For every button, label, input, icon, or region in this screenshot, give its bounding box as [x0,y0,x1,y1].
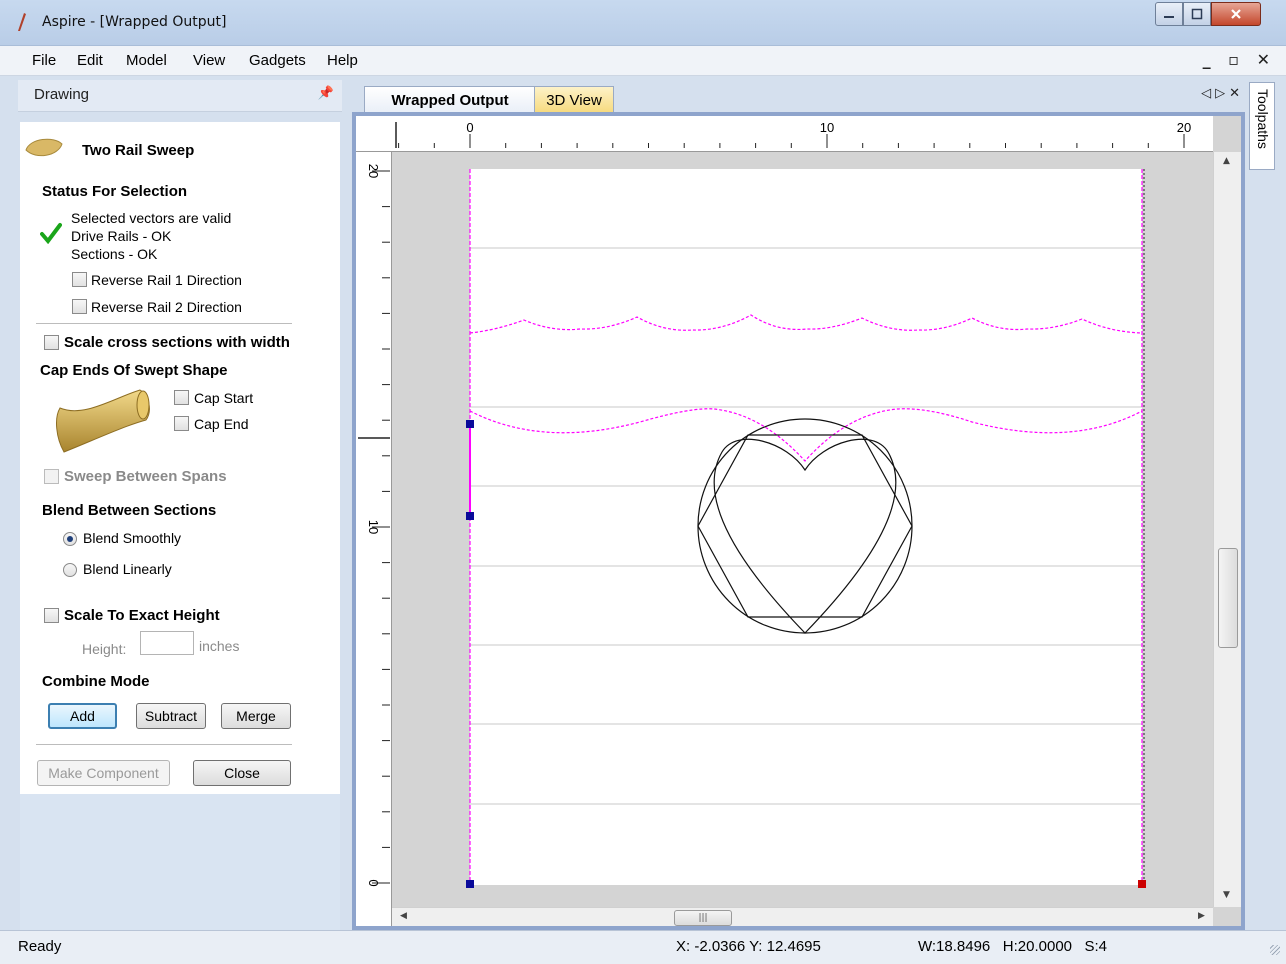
make-component-button[interactable]: Make Component [37,760,170,786]
vertical-scroll-thumb[interactable] [1218,548,1238,648]
divider [36,323,292,324]
status-bar: Ready X: -2.0366 Y: 12.4695 W:18.8496 H:… [0,930,1286,964]
restore-icon [1191,8,1203,20]
ruler-label: 20 [1177,120,1191,135]
scroll-up-arrow[interactable]: ▲ [1223,156,1230,166]
blend-smoothly-radio[interactable] [63,532,77,546]
ruler-label: 0 [466,120,473,135]
menu-view[interactable]: View [193,52,225,69]
menu-model[interactable]: Model [126,52,167,69]
status-ready-text: Ready [18,938,62,955]
cap-end-checkbox[interactable] [174,416,189,431]
ruler-label: 10 [820,120,834,135]
cap-end-label: Cap End [194,416,249,432]
cap-start-checkbox[interactable] [174,390,189,405]
aspire-app-icon [18,13,26,31]
reverse-rail1-label: Reverse Rail 1 Direction [91,272,242,288]
horizontal-ruler[interactable]: 0 10 20 [360,116,1213,152]
node-handle[interactable] [466,512,474,520]
vertical-ruler[interactable]: 20 10 0 [356,152,392,926]
drawing-canvas[interactable] [392,152,1213,907]
blend-linearly-radio[interactable] [63,563,77,577]
panel-empty-area [20,794,340,930]
window-title-bar: Aspire - [Wrapped Output] [0,0,1286,46]
menu-gadgets[interactable]: Gadgets [249,52,306,69]
horizontal-scroll-thumb[interactable]: ||| [674,910,732,926]
scale-exact-height-label: Scale To Exact Height [64,607,220,624]
material-sheet [470,169,1142,885]
restore-button[interactable] [1183,2,1211,26]
scroll-right-arrow[interactable]: ▶ [1198,911,1205,921]
window-title: Aspire - [Wrapped Output] [42,14,227,30]
ruler-label: 0 [366,879,381,886]
ruler-label: 10 [366,520,381,534]
reverse-rail2-checkbox[interactable] [72,299,87,314]
height-input[interactable] [140,631,194,655]
vertical-scrollbar[interactable]: ▲ ▼ [1213,152,1241,907]
divider [36,744,292,745]
tab-navigation-controls[interactable]: ◁▷✕ [1201,86,1244,101]
menu-file[interactable]: File [32,52,56,69]
sweep-between-spans-label: Sweep Between Spans [64,468,227,485]
blend-title: Blend Between Sections [42,502,217,519]
document-view: 0 10 20 20 10 0 ▲ ▼ ◀ ||| ▶ [356,116,1241,926]
checkmark-icon [40,223,62,244]
cap-start-label: Cap Start [194,390,254,406]
sweep-between-spans-checkbox[interactable] [44,469,59,484]
cursor-coordinates: X: -2.0366 Y: 12.4695 [676,938,821,955]
node-handle[interactable] [466,420,474,428]
horizontal-ruler-ticks: 0 10 20 [395,120,1191,148]
minimize-button[interactable] [1155,2,1183,26]
drawing-panel-header: Drawing 📌 [18,80,342,112]
vertical-ruler-ticks: 20 10 0 [358,164,390,887]
toolpaths-tab-label: Toolpaths [1255,89,1271,149]
ruler-label: 20 [366,164,381,178]
swept-shape-preview-image [56,389,150,453]
pin-icon[interactable]: 📌 [318,86,334,101]
selection-dimensions: W:18.8496 H:20.0000 S:4 [918,938,1108,955]
cap-ends-title: Cap Ends Of Swept Shape [40,362,228,379]
status-title: Status For Selection [42,183,188,200]
close-icon [1231,9,1241,19]
scroll-left-arrow[interactable]: ◀ [400,911,407,921]
horizontal-scrollbar[interactable]: ◀ ||| ▶ [392,907,1213,926]
menu-edit[interactable]: Edit [77,52,103,69]
scale-cross-sections-checkbox[interactable] [44,335,59,350]
status-line-valid: Selected vectors are valid [71,210,232,226]
menu-bar: File Edit Model View Gadgets Help _ ▫ ✕ [0,46,1286,76]
scroll-down-arrow[interactable]: ▼ [1223,890,1230,900]
node-handle-end[interactable] [1138,880,1146,888]
node-handle[interactable] [466,880,474,888]
scale-exact-height-checkbox[interactable] [44,608,59,623]
close-window-button[interactable] [1211,2,1261,26]
height-label: Height: [82,641,127,657]
merge-button[interactable]: Merge [221,703,291,729]
status-line-sections: Sections - OK [71,246,158,262]
scale-cross-sections-label: Scale cross sections with width [64,334,290,351]
resize-grip[interactable] [1270,945,1280,955]
panel-heading: Two Rail Sweep [82,142,195,159]
add-button[interactable]: Add [48,703,117,729]
tab-wrapped-output[interactable]: Wrapped Output [364,86,536,114]
blend-smoothly-label: Blend Smoothly [83,530,182,546]
toolpaths-side-tab[interactable]: Toolpaths [1249,82,1275,170]
status-line-rails: Drive Rails - OK [71,228,172,244]
drawing-panel-title: Drawing [34,86,90,103]
menu-help[interactable]: Help [327,52,358,69]
close-button[interactable]: Close [193,760,291,786]
reverse-rail2-label: Reverse Rail 2 Direction [91,299,242,315]
blend-linearly-label: Blend Linearly [83,561,172,577]
two-rail-sweep-panel: Two Rail Sweep Status For Selection Sele… [20,122,340,794]
combine-mode-title: Combine Mode [42,673,150,690]
minimize-icon [1164,16,1174,18]
reverse-rail1-checkbox[interactable] [72,272,87,287]
mdi-window-controls[interactable]: _ ▫ ✕ [1203,50,1276,69]
document-tabs: Wrapped Output 3D View ◁▷✕ [352,82,1248,114]
height-unit-label: inches [199,638,240,654]
tab-3d-view[interactable]: 3D View [534,86,614,114]
document-frame: 0 10 20 20 10 0 ▲ ▼ ◀ ||| ▶ [352,112,1245,930]
sweep-shape-icon [25,138,63,157]
subtract-button[interactable]: Subtract [136,703,206,729]
